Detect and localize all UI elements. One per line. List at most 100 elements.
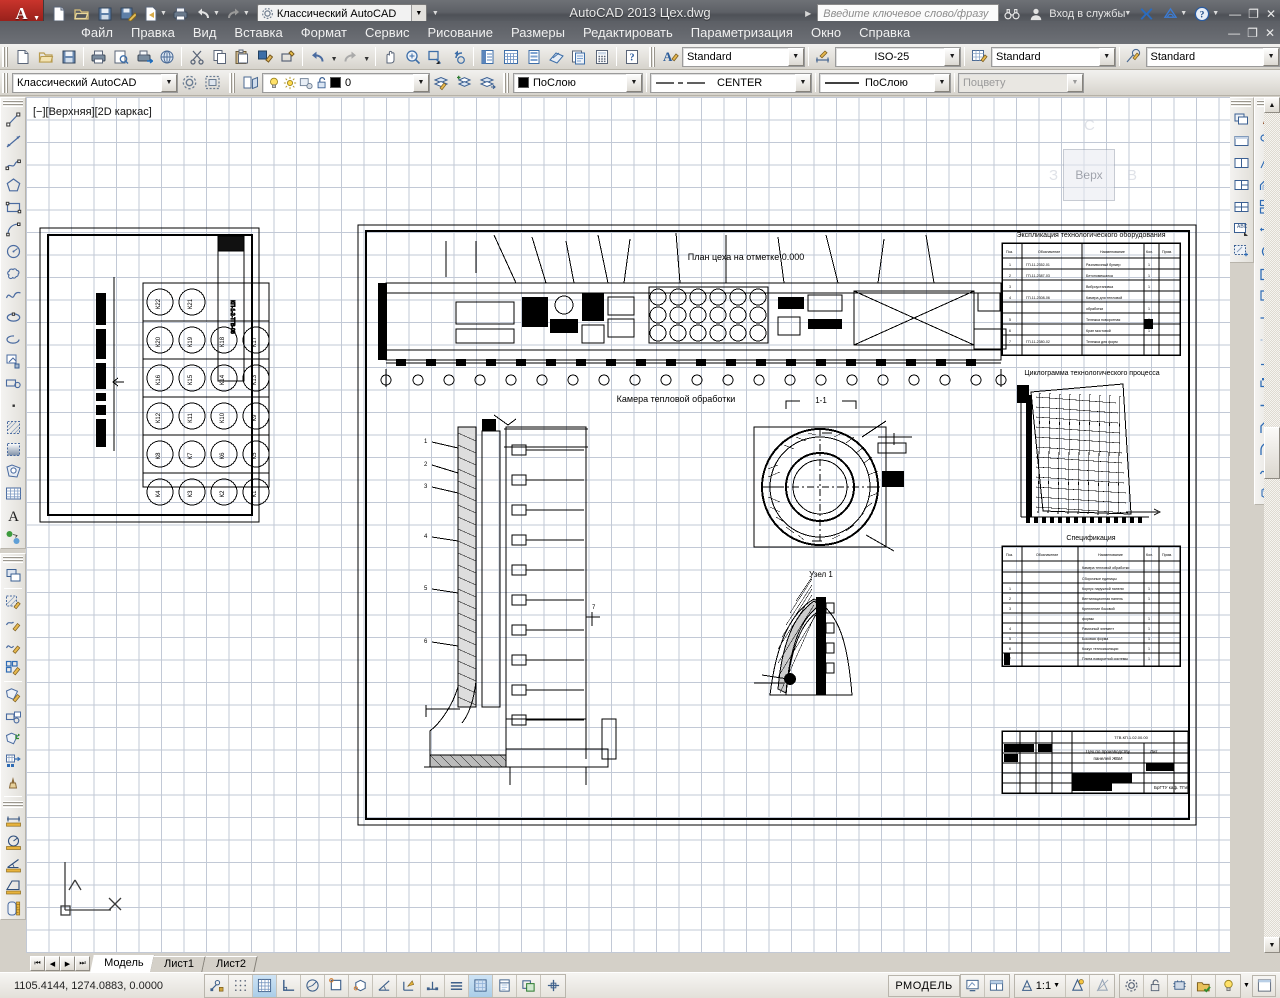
annotation-scale-button[interactable]: 1:1 ▼ xyxy=(1014,974,1066,997)
std-tool-palettes-icon[interactable] xyxy=(522,45,545,68)
std-block-editor-icon[interactable] xyxy=(277,45,300,68)
selection-cycling-toggle[interactable] xyxy=(517,974,541,997)
gradient-icon[interactable] xyxy=(2,438,24,460)
status-tray-icon[interactable] xyxy=(1216,974,1240,997)
dim-style-combo[interactable]: ISO-25 ▼ xyxy=(834,46,962,67)
lineweight-combo[interactable]: ПоСлою ▼ xyxy=(819,72,951,93)
edit-spline-icon[interactable] xyxy=(2,635,24,657)
std-zoom-window-icon[interactable] xyxy=(424,45,447,68)
chevron-down-icon[interactable]: ▼ xyxy=(934,73,950,92)
three-viewports-icon[interactable] xyxy=(1230,174,1252,196)
sign-in-label[interactable]: Вход в службы xyxy=(1049,8,1125,20)
table-style-icon[interactable] xyxy=(968,45,991,68)
lock-toolbars-icon[interactable] xyxy=(1144,974,1168,997)
clip-viewport-icon[interactable] xyxy=(1230,240,1252,262)
draw-order-icon[interactable] xyxy=(2,564,24,586)
edit-polyline-icon[interactable] xyxy=(2,613,24,635)
layers-toolbar-grip[interactable] xyxy=(229,72,236,93)
mleader-style-combo[interactable]: Standard ▼ xyxy=(1145,46,1280,67)
next-tab-button[interactable]: ▶ xyxy=(60,956,75,971)
lineweight-toggle[interactable] xyxy=(445,974,469,997)
tab-layout2[interactable]: Лист2 xyxy=(201,956,258,972)
chevron-down-icon[interactable]: ▼ xyxy=(160,10,167,17)
workspaces-toolbar-grip[interactable] xyxy=(2,72,9,93)
menu-edit[interactable]: Правка xyxy=(122,23,184,42)
point-icon[interactable] xyxy=(2,394,24,416)
styles-toolbar-grip[interactable] xyxy=(649,46,657,67)
doc-minimize-button[interactable]: — xyxy=(1228,26,1240,40)
polyline-icon[interactable] xyxy=(2,152,24,174)
layer-make-current-icon[interactable] xyxy=(453,71,476,94)
table-style-combo[interactable]: Standard ▼ xyxy=(990,46,1116,67)
hardware-accel-icon[interactable] xyxy=(1168,974,1192,997)
chevron-down-icon[interactable]: ▼ xyxy=(213,10,220,17)
menu-modify[interactable]: Редактировать xyxy=(574,23,682,42)
chevron-down-icon[interactable]: ▼ xyxy=(1212,10,1219,17)
text-style-icon[interactable]: A xyxy=(659,45,682,68)
std-match-properties-icon[interactable] xyxy=(254,45,277,68)
chevron-down-icon[interactable]: ▼ xyxy=(410,4,426,23)
auto-scale-icon[interactable] xyxy=(1090,974,1114,997)
layer-combo[interactable]: 0 ▼ xyxy=(262,72,430,93)
polygon-icon[interactable] xyxy=(2,174,24,196)
dynamic-ucs-toggle[interactable] xyxy=(397,974,421,997)
circle-icon[interactable] xyxy=(2,240,24,262)
single-viewport-icon[interactable] xyxy=(1230,130,1252,152)
modify-toolbar-grip[interactable] xyxy=(3,556,23,563)
text-style-combo[interactable]: Standard ▼ xyxy=(681,46,805,67)
menu-window[interactable]: Окно xyxy=(802,23,850,42)
ellipse-icon[interactable] xyxy=(2,306,24,328)
table-icon[interactable] xyxy=(2,482,24,504)
edit-hatch-icon[interactable] xyxy=(2,591,24,613)
rectangle-icon[interactable] xyxy=(2,196,24,218)
chevron-down-icon[interactable]: ▼ xyxy=(1098,47,1115,66)
infer-constraints-toggle[interactable] xyxy=(205,974,229,997)
color-combo[interactable]: ПоСлою ▼ xyxy=(513,72,643,93)
chevron-down-icon[interactable]: ▼ xyxy=(944,47,961,66)
block-attribute-manager-icon[interactable] xyxy=(2,706,24,728)
dimension-toolbar-grip[interactable] xyxy=(3,801,23,808)
std-3dprint-icon[interactable] xyxy=(156,45,179,68)
undo-dropdown-icon[interactable]: ▼ xyxy=(329,45,339,68)
layer-previous-icon[interactable] xyxy=(430,71,453,94)
3d-object-snap-toggle[interactable] xyxy=(349,974,373,997)
transparency-toggle[interactable] xyxy=(469,974,493,997)
std-plot-preview-icon[interactable] xyxy=(110,45,133,68)
std-pan-icon[interactable] xyxy=(379,45,402,68)
std-zoom-previous-icon[interactable] xyxy=(447,45,470,68)
menu-view[interactable]: Вид xyxy=(184,23,226,42)
toolbar-grip[interactable] xyxy=(2,46,9,67)
chevron-down-icon[interactable]: ▼ xyxy=(795,73,811,92)
erase-attribute-icon[interactable] xyxy=(2,772,24,794)
std-paste-icon[interactable] xyxy=(231,45,254,68)
annotation-monitor-toggle[interactable] xyxy=(541,974,565,997)
menu-draw[interactable]: Рисование xyxy=(418,23,501,42)
chevron-down-icon[interactable]: ▼ xyxy=(1263,47,1280,66)
menu-file[interactable]: Файл xyxy=(72,23,122,42)
menu-format[interactable]: Формат xyxy=(292,23,356,42)
linear-dimension-icon[interactable] xyxy=(2,809,24,831)
doc-restore-button[interactable]: ❐ xyxy=(1247,26,1258,40)
std-copy-icon[interactable] xyxy=(208,45,231,68)
doc-close-button[interactable]: ✕ xyxy=(1265,26,1275,40)
std-open-icon[interactable] xyxy=(35,45,58,68)
viewport-label-icon[interactable]: ABC xyxy=(1230,218,1252,240)
edit-attribute-icon[interactable] xyxy=(2,684,24,706)
space-toggle-button[interactable]: РМОДЕЛЬ xyxy=(888,974,960,997)
std-plot-icon[interactable] xyxy=(87,45,110,68)
draw-toolbar-grip[interactable] xyxy=(3,100,23,107)
hatch-icon[interactable] xyxy=(2,416,24,438)
chevron-down-icon[interactable]: ▼ xyxy=(626,73,642,92)
mleader-style-icon[interactable] xyxy=(1123,45,1146,68)
std-quickcalc-icon[interactable] xyxy=(591,45,614,68)
multiline-text-icon[interactable]: A xyxy=(2,504,24,526)
object-snap-toggle[interactable] xyxy=(325,974,349,997)
viewport-icon[interactable] xyxy=(984,974,1009,997)
ortho-mode-toggle[interactable] xyxy=(277,974,301,997)
spline-icon[interactable] xyxy=(2,284,24,306)
std-markup-set-icon[interactable] xyxy=(568,45,591,68)
model-space-icon[interactable] xyxy=(960,974,985,997)
object-snap-tracking-toggle[interactable] xyxy=(373,974,397,997)
quick-properties-toggle[interactable] xyxy=(493,974,517,997)
synchronize-attributes-icon[interactable] xyxy=(2,728,24,750)
